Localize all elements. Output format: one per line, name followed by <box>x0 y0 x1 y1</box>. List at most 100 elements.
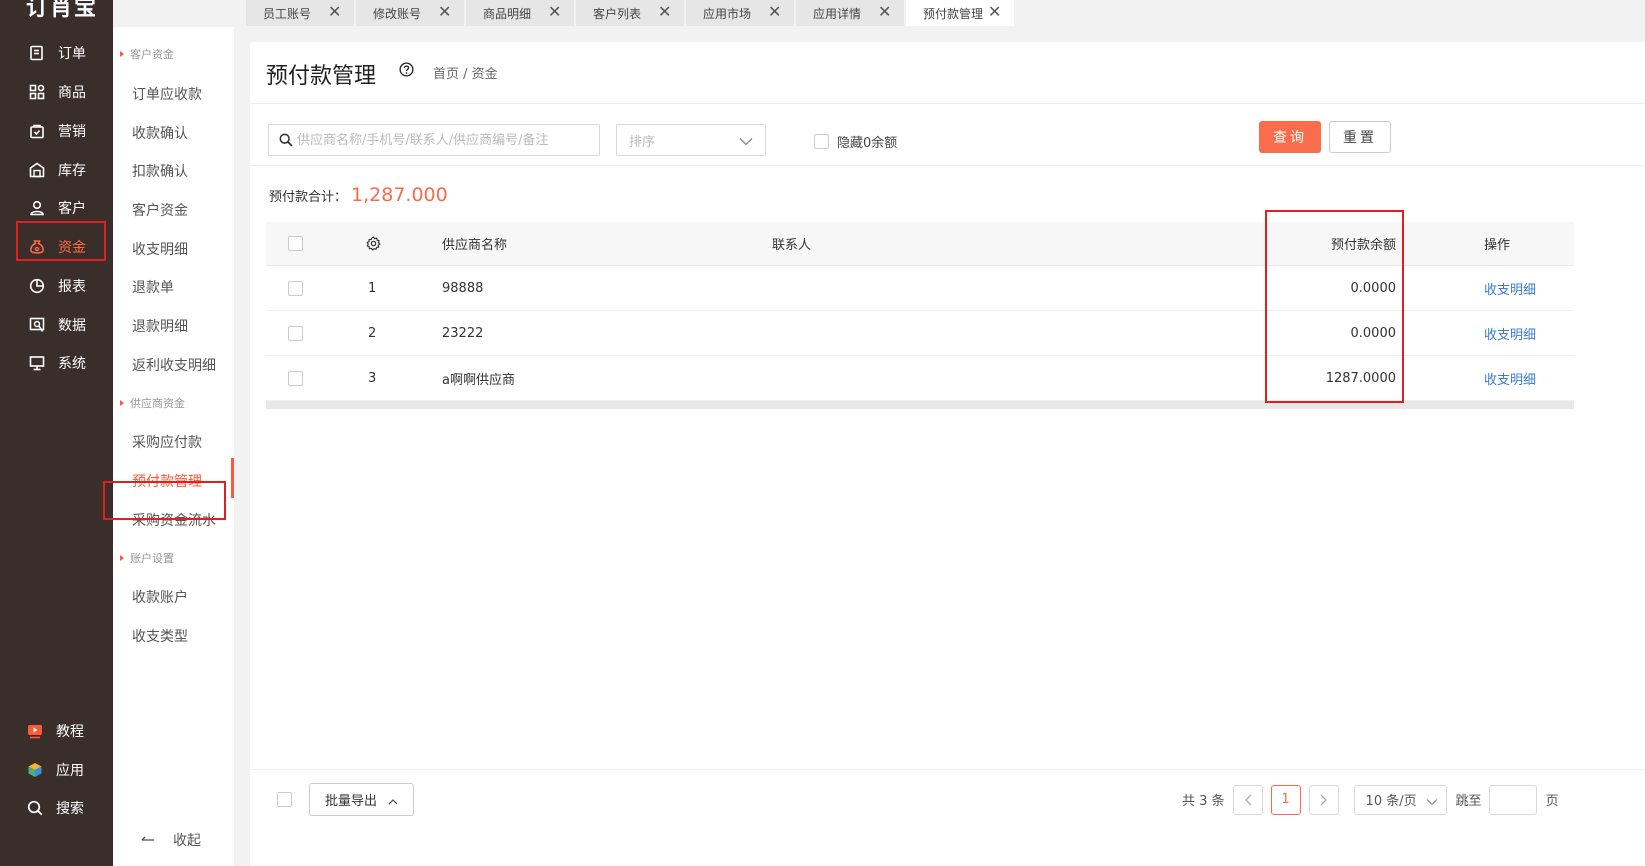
supplier-name: 98888 <box>442 280 484 296</box>
next-page-button[interactable] <box>1308 784 1339 815</box>
submenu-group-supplier-funds: 供应商资金 <box>120 395 185 411</box>
submenu-item[interactable]: 扣款确认 <box>132 161 188 181</box>
submenu-item[interactable]: 退款单 <box>132 277 174 297</box>
tab-prepayment[interactable]: 预付款管理 ✕ <box>906 0 1016 26</box>
close-icon[interactable]: ✕ <box>878 3 891 21</box>
app-logo: 订肖宝 <box>26 0 99 21</box>
app-root: 订肖宝 订单 商品 营销 库存 客户 资金 报表 数据 系统 教程 应用 搜索 … <box>0 0 1645 866</box>
close-icon[interactable]: ✕ <box>548 3 561 21</box>
order-icon <box>28 44 46 62</box>
nav-label: 客户 <box>58 201 86 217</box>
pagination: 共 3 条 1 10 条/页 跳至 页 <box>1182 783 1559 816</box>
search-input[interactable] <box>297 132 577 148</box>
chevron-down-icon <box>1426 795 1438 810</box>
help-icon[interactable] <box>399 62 414 81</box>
divider <box>250 103 1645 104</box>
query-button[interactable]: 查询 <box>1259 121 1321 153</box>
row-index: 2 <box>368 325 377 341</box>
caret-right-icon <box>120 51 124 57</box>
nav-label: 教程 <box>56 724 84 740</box>
supplier-name: 23222 <box>442 325 484 341</box>
jump-label: 跳至 <box>1455 794 1482 809</box>
nav-label: 商品 <box>58 85 86 101</box>
submenu-item[interactable]: 收支明细 <box>132 239 188 259</box>
nav-item-order[interactable]: 订单 <box>18 33 110 73</box>
breadcrumb: 首页 / 资金 <box>433 67 498 82</box>
nav-label: 应用 <box>56 763 84 779</box>
submenu-item[interactable]: 收款账户 <box>132 587 188 607</box>
tab-staff-account[interactable]: 员工账号 ✕ <box>246 0 356 26</box>
nav-label: 营销 <box>58 124 86 140</box>
nav-item-apps[interactable]: 应用 <box>16 750 108 790</box>
tab-edit-account[interactable]: 修改账号 ✕ <box>356 0 466 26</box>
detail-link[interactable]: 收支明细 <box>1484 266 1536 310</box>
prev-page-button[interactable] <box>1232 784 1263 815</box>
nav-item-search[interactable]: 搜索 <box>16 788 108 828</box>
row-checkbox[interactable] <box>288 280 303 296</box>
chevron-down-icon <box>739 135 753 150</box>
monitor-icon <box>28 354 46 372</box>
tab-app-detail[interactable]: 应用详情 ✕ <box>796 0 906 26</box>
row-checkbox[interactable] <box>288 325 303 341</box>
gear-icon[interactable] <box>366 236 381 251</box>
nav-item-report[interactable]: 报表 <box>18 266 110 306</box>
batch-export-button[interactable]: 批量导出 <box>309 783 414 816</box>
chevron-up-icon <box>388 794 398 809</box>
warehouse-icon <box>28 161 46 179</box>
nav-item-inventory[interactable]: 库存 <box>18 150 110 190</box>
hide-zero-balance-toggle[interactable]: 隐藏0余额 <box>814 132 897 151</box>
submenu-item[interactable]: 采购应付款 <box>132 432 202 452</box>
tab-app-market[interactable]: 应用市场 ✕ <box>686 0 796 26</box>
prepayment-total: 预付款合计： 1,287.000 <box>269 184 448 206</box>
column-supplier-name: 供应商名称 <box>442 238 508 253</box>
nav-label: 报表 <box>58 279 86 295</box>
page-unit-label: 页 <box>1545 794 1559 809</box>
submenu: 客户资金 订单应收款 收款确认 扣款确认 客户资金 收支明细 退款单 退款明细 … <box>113 27 234 866</box>
close-icon[interactable]: ✕ <box>988 3 1001 21</box>
submenu-item[interactable]: 返利收支明细 <box>132 355 216 375</box>
submenu-item[interactable]: 收款确认 <box>132 123 188 143</box>
submenu-active-bar <box>231 458 234 498</box>
column-operation: 操作 <box>1484 238 1511 253</box>
product-grid-icon <box>28 83 46 101</box>
page-size-select[interactable]: 10 条/页 <box>1353 784 1447 815</box>
marketing-bag-icon <box>28 122 46 140</box>
detail-link[interactable]: 收支明细 <box>1484 356 1536 400</box>
row-checkbox[interactable] <box>288 370 303 386</box>
tab-product-detail[interactable]: 商品明细 ✕ <box>466 0 576 26</box>
nav-label: 订单 <box>58 46 86 62</box>
hide-zero-checkbox[interactable] <box>814 134 829 149</box>
total-count: 共 3 条 <box>1182 794 1225 809</box>
submenu-group-customer-funds: 客户资金 <box>120 46 174 62</box>
nav-item-system[interactable]: 系统 <box>18 343 110 383</box>
sort-select[interactable]: 排序 <box>616 124 766 156</box>
submenu-item[interactable]: 退款明细 <box>132 316 188 336</box>
pie-chart-icon <box>28 277 46 295</box>
nav-item-tutorial[interactable]: 教程 <box>16 711 108 751</box>
page-number[interactable]: 1 <box>1270 784 1301 815</box>
tab-customer-list[interactable]: 客户列表 ✕ <box>576 0 686 26</box>
submenu-item[interactable]: 订单应收款 <box>132 84 202 104</box>
search-box <box>268 124 600 156</box>
submenu-item[interactable]: 客户资金 <box>132 200 188 220</box>
video-play-icon <box>26 722 44 740</box>
cube-icon <box>26 761 44 779</box>
select-all-checkbox[interactable] <box>288 236 303 251</box>
nav-item-data[interactable]: 数据 <box>18 305 110 345</box>
submenu-item[interactable]: 收支类型 <box>132 626 188 646</box>
search-icon <box>26 799 44 817</box>
footer-select-all-checkbox[interactable] <box>277 792 292 807</box>
close-icon[interactable]: ✕ <box>768 3 781 21</box>
submenu-highlight-box <box>103 481 226 520</box>
close-icon[interactable]: ✕ <box>438 3 451 21</box>
collapse-menu-button[interactable]: 收起 <box>141 830 201 850</box>
jump-page-input[interactable] <box>1488 784 1537 815</box>
nav-item-product[interactable]: 商品 <box>18 72 110 112</box>
close-icon[interactable]: ✕ <box>328 3 341 21</box>
nav-item-marketing[interactable]: 营销 <box>18 111 110 151</box>
detail-link[interactable]: 收支明细 <box>1484 311 1536 355</box>
user-icon <box>28 199 46 217</box>
reset-button[interactable]: 重置 <box>1329 121 1391 153</box>
close-icon[interactable]: ✕ <box>658 3 671 21</box>
row-index: 1 <box>368 280 377 296</box>
